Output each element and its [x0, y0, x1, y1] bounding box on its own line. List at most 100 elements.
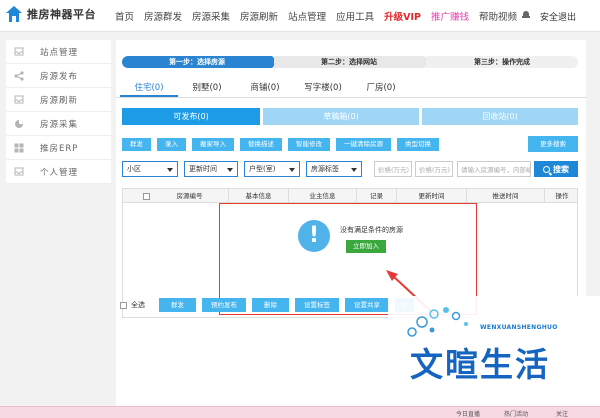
- bell-icon[interactable]: [522, 11, 530, 19]
- set-share-button[interactable]: 设置共享: [345, 298, 389, 312]
- tag-select-value: 房源标签: [311, 165, 339, 173]
- col-basic-info: 基本信息: [229, 189, 289, 203]
- nav-item-refresh[interactable]: 房源刷新: [240, 9, 278, 23]
- tab-villa[interactable]: 别墅(0): [178, 80, 236, 97]
- nav-item-home[interactable]: 首页: [115, 9, 134, 23]
- price-max-input[interactable]: 价格(万元): [415, 161, 453, 177]
- col-update-time: 更新时间: [397, 189, 467, 203]
- clear-all-button[interactable]: 一键清除房源: [336, 138, 391, 151]
- nav-item-upgrade-vip[interactable]: 升级VIP: [384, 9, 421, 23]
- pie-chart-icon: [14, 119, 24, 129]
- inbox-icon: [14, 47, 24, 57]
- switch-type-button[interactable]: 类型切换: [397, 138, 439, 151]
- step-progress: 第一步：选择房源 第二步：选择网站 第三步：操作完成: [122, 56, 578, 68]
- step-1: 第一步：选择房源: [122, 56, 278, 68]
- footer-events[interactable]: 热门活动: [504, 409, 528, 418]
- sidebar-item-refresh[interactable]: 房源刷新: [6, 88, 111, 112]
- footer-bar: 今日直播 热门活动 关注: [0, 406, 600, 418]
- community-select[interactable]: 小区: [122, 161, 178, 177]
- tab-drafts[interactable]: 草稿箱(0): [263, 108, 420, 125]
- search-button[interactable]: 搜索: [534, 161, 578, 177]
- tab-shop[interactable]: 商铺(0): [236, 80, 294, 97]
- price-min-input[interactable]: 价格(万元): [374, 161, 412, 177]
- tab-publishable[interactable]: 可发布(0): [122, 108, 261, 125]
- delete-button[interactable]: 删除: [252, 298, 289, 312]
- set-tag-button[interactable]: 设置标签: [295, 298, 339, 312]
- select-all-checkbox[interactable]: [120, 301, 127, 309]
- bulk-action-bar: 全选 群发 预约发布 删除 设置标签 设置共享 房: [120, 298, 420, 312]
- sidebar-item-site-management[interactable]: 站点管理: [6, 40, 111, 64]
- chevron-down-icon: [227, 168, 233, 172]
- logo[interactable]: 推房神器平台: [6, 6, 96, 22]
- action-toolbar: 群发 录入 搬家导入 替换描述 智能修改 一键清除房源 类型切换: [122, 138, 445, 151]
- col-actions: 操作: [555, 192, 569, 200]
- step-2: 第二步：选择网站: [274, 56, 430, 68]
- watermark-latin: WENXUANSHENGHUO: [480, 324, 558, 331]
- table-header: 房源编号 基本信息 业主信息 记录 更新时间 推送时间 操作: [123, 189, 577, 203]
- sidebar-item-label: 个人管理: [40, 167, 79, 178]
- bulk-send-button[interactable]: 群发: [122, 138, 151, 151]
- footer-follow[interactable]: 关注: [556, 409, 568, 418]
- tab-office[interactable]: 写字楼(0): [294, 80, 352, 97]
- chevron-down-icon: [167, 168, 173, 172]
- sidebar-item-label: 房源发布: [40, 71, 79, 82]
- nav-item-help-video[interactable]: 帮助视频: [479, 9, 517, 23]
- smart-edit-button[interactable]: 智能修改: [288, 138, 330, 151]
- sidebar-item-label: 推房ERP: [40, 143, 79, 154]
- tag-select[interactable]: 房源标签: [306, 161, 362, 177]
- inbox-icon: [14, 167, 24, 177]
- watermark-text: 文暄生活: [410, 345, 550, 384]
- keyword-input[interactable]: 请输入房源编号，内部编号: [457, 161, 531, 177]
- room-type-select[interactable]: 户型(室): [244, 161, 300, 177]
- col-records: 记录: [357, 189, 397, 203]
- sidebar-item-personal[interactable]: 个人管理: [6, 160, 111, 184]
- app-title: 推房神器平台: [27, 8, 96, 21]
- bubbles-icon: [407, 307, 468, 337]
- nav-item-sites[interactable]: 站点管理: [288, 9, 326, 23]
- chevron-down-icon: [351, 168, 357, 172]
- move-import-button[interactable]: 搬家导入: [192, 138, 234, 151]
- sidebar-item-collect[interactable]: 房源采集: [6, 112, 111, 136]
- sidebar-item-publish[interactable]: 房源发布: [6, 64, 111, 88]
- step-3: 第三步：操作完成: [426, 56, 578, 68]
- sidebar-item-label: 房源采集: [40, 119, 79, 130]
- status-tabs: 可发布(0) 草稿箱(0) 回收站(0): [122, 108, 578, 125]
- tab-recycle-bin[interactable]: 回收站(0): [422, 108, 578, 125]
- footer-live[interactable]: 今日直播: [456, 409, 480, 418]
- watermark-logo: WENXUANSHENGHUO 文暄生活: [388, 296, 600, 406]
- house-icon: [6, 6, 22, 22]
- more-search-button[interactable]: 更多搜索: [528, 136, 578, 152]
- property-type-tabs: 住宅(0) 别墅(0) 商铺(0) 写字楼(0) 厂房(0): [116, 80, 586, 98]
- chevron-down-icon: [289, 168, 295, 172]
- top-bar: 推房神器平台 首页 房源群发 房源采集 房源刷新 站点管理 应用工具 升级VIP…: [0, 0, 600, 32]
- update-time-select[interactable]: 更新时间: [184, 161, 238, 177]
- sidebar-item-erp[interactable]: 推房ERP: [6, 136, 111, 160]
- room-type-select-value: 户型(室): [249, 165, 276, 173]
- nav-item-tools[interactable]: 应用工具: [336, 9, 374, 23]
- search-button-label: 搜索: [553, 164, 569, 174]
- logout-link[interactable]: 安全退出: [540, 10, 576, 23]
- nav-item-collect[interactable]: 房源采集: [192, 9, 230, 23]
- replace-description-button[interactable]: 替换描述: [240, 138, 282, 151]
- col-listing-id: 房源编号: [151, 189, 229, 203]
- sidebar-item-label: 房源刷新: [40, 95, 79, 106]
- inbox-icon: [14, 95, 24, 105]
- select-all-label: 全选: [131, 301, 145, 309]
- share-icon: [14, 70, 24, 81]
- update-time-select-value: 更新时间: [189, 165, 217, 173]
- bulk-send-bottom-button[interactable]: 群发: [159, 298, 196, 312]
- grid-icon: [14, 143, 24, 153]
- tab-residential[interactable]: 住宅(0): [120, 80, 178, 97]
- nav-item-promote[interactable]: 推广赚钱: [431, 9, 469, 23]
- search-icon: [543, 165, 550, 173]
- tab-factory[interactable]: 厂房(0): [352, 80, 410, 97]
- sidebar-item-label: 站点管理: [40, 47, 79, 58]
- header-checkbox[interactable]: [142, 192, 150, 200]
- nav-item-bulk-publish[interactable]: 房源群发: [144, 9, 182, 23]
- enter-button[interactable]: 录入: [157, 138, 186, 151]
- main-nav: 首页 房源群发 房源采集 房源刷新 站点管理 应用工具 升级VIP 推广赚钱 帮…: [115, 9, 527, 23]
- schedule-publish-button[interactable]: 预约发布: [202, 298, 246, 312]
- col-push-time: 推送时间: [467, 189, 545, 203]
- col-owner-info: 业主信息: [289, 189, 357, 203]
- select-all-header: [123, 189, 151, 203]
